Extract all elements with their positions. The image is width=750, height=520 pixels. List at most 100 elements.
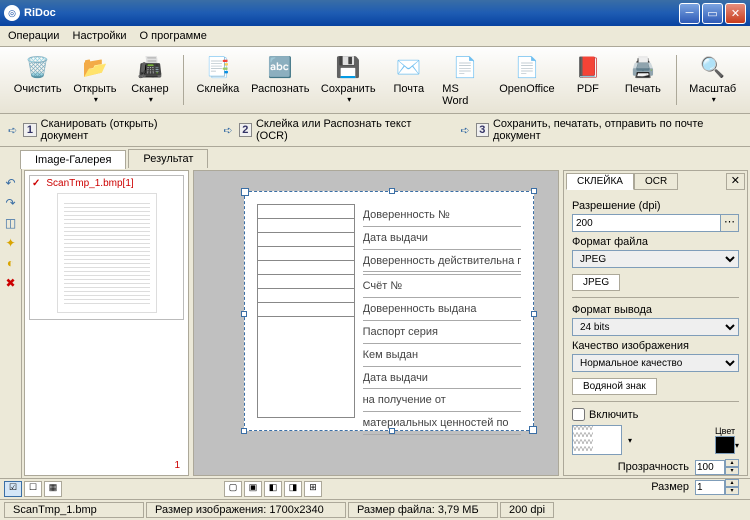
openoffice-button[interactable]: 📄OpenOffice <box>494 51 561 109</box>
grid-view-button[interactable]: ▦ <box>44 481 62 497</box>
msword-button[interactable]: 📄MS Word <box>436 51 493 109</box>
title-bar: ◎ RiDoc ─ ▭ ✕ <box>0 0 750 26</box>
openoffice-icon: 📄 <box>513 53 541 81</box>
size-label: Размер <box>651 481 689 493</box>
color-swatch[interactable] <box>715 436 735 454</box>
properties-panel: СКЛЕЙКА OCR ✕ Разрешение (dpi) ⋯ Формат … <box>563 170 748 476</box>
crop-icon[interactable]: ◫ <box>2 214 20 232</box>
panel-close-button[interactable]: ✕ <box>726 173 745 190</box>
output-select[interactable]: 24 bits <box>572 318 739 336</box>
zoom-button[interactable]: 🔍Масштаб▾ <box>683 51 742 109</box>
arrow-icon: ➪ <box>223 124 232 137</box>
spin-up-icon[interactable]: ▴ <box>725 479 739 487</box>
opacity-label: Прозрачность <box>618 461 689 473</box>
step-2-text: Склейка или Распознать текст (OCR) <box>256 118 437 142</box>
resolution-browse-button[interactable]: ⋯ <box>721 214 739 232</box>
watermark-enable-label: Включить <box>589 409 638 421</box>
arrow-icon: ➪ <box>8 124 17 137</box>
steps-bar: ➪ 1 Сканировать (открыть) документ ➪ 2 Склей… <box>0 114 750 147</box>
resolution-input[interactable] <box>572 214 721 232</box>
opacity-input[interactable] <box>695 460 725 475</box>
status-image-size: Размер изображения: 1700x2340 <box>146 502 346 518</box>
scanner-button[interactable]: 📠Сканер▾ <box>122 51 177 109</box>
open-button[interactable]: 📂Открыть▾ <box>67 51 122 109</box>
menu-bar: Операции Настройки О программе <box>0 26 750 47</box>
watermark-enable-checkbox[interactable] <box>572 408 585 421</box>
document-selection[interactable]: Доверенность №Дата выдачиДоверенность де… <box>244 191 534 431</box>
main-toolbar: 🗑️Очистить 📂Открыть▾ 📠Сканер▾ 📑Склейка 🔤… <box>0 47 750 114</box>
step-2-badge: 2 <box>239 123 252 137</box>
rotate-left-icon[interactable]: ↶ <box>2 174 20 192</box>
view-mode-3[interactable]: ◧ <box>264 481 282 497</box>
left-toolbar: ↶ ↷ ◫ ✦ ◐ ✖ <box>0 168 22 478</box>
folder-open-icon: 📂 <box>81 53 109 81</box>
tab-stitch-props[interactable]: СКЛЕЙКА <box>566 173 634 190</box>
maximize-button[interactable]: ▭ <box>702 3 723 24</box>
status-dpi: 200 dpi <box>500 502 554 518</box>
status-file-size: Размер файла: 3,79 МБ <box>348 502 498 518</box>
view-mode-4[interactable]: ◨ <box>284 481 302 497</box>
thumbnail-number: 1 <box>174 460 180 471</box>
close-button[interactable]: ✕ <box>725 3 746 24</box>
word-icon: 📄 <box>451 53 479 81</box>
stitch-icon: 📑 <box>204 53 232 81</box>
tab-gallery[interactable]: Image-Галерея <box>20 150 126 169</box>
deselect-button[interactable]: ☐ <box>24 481 42 497</box>
watermark-pattern[interactable]: VVVVVVVVVVVVVVVVVVVV <box>572 425 622 455</box>
save-icon: 💾 <box>334 53 362 81</box>
minimize-button[interactable]: ─ <box>679 3 700 24</box>
delete-icon[interactable]: ✖ <box>2 274 20 292</box>
menu-operations[interactable]: Операции <box>8 30 59 42</box>
print-button[interactable]: 🖨️Печать <box>615 51 670 109</box>
tab-ocr-props[interactable]: OCR <box>634 173 678 190</box>
view-mode-2[interactable]: ▣ <box>244 481 262 497</box>
step-1-text: Сканировать (открыть) документ <box>41 118 201 142</box>
contrast-icon[interactable]: ◐ <box>2 254 20 272</box>
magnifier-icon: 🔍 <box>699 53 727 81</box>
status-filename: ScanTmp_1.bmp <box>4 502 144 518</box>
arrow-icon: ➪ <box>460 124 469 137</box>
color-label: Цвет <box>715 426 739 436</box>
spin-up-icon[interactable]: ▴ <box>725 459 739 467</box>
stitch-button[interactable]: 📑Склейка <box>190 51 245 109</box>
resolution-label: Разрешение (dpi) <box>572 200 739 212</box>
step-3-text: Сохранить, печатать, отправить по почте … <box>493 118 742 142</box>
select-all-button[interactable]: ☑ <box>4 481 22 497</box>
tab-result[interactable]: Результат <box>128 149 208 168</box>
step-3-badge: 3 <box>476 123 489 137</box>
app-icon: ◎ <box>4 5 20 21</box>
jpeg-subtab[interactable]: JPEG <box>572 274 620 291</box>
format-select[interactable]: JPEG <box>572 250 739 268</box>
ocr-icon: 🔤 <box>266 53 294 81</box>
menu-about[interactable]: О программе <box>140 30 207 42</box>
thumbnail-image <box>57 193 157 313</box>
step-1-badge: 1 <box>23 123 36 137</box>
app-title: RiDoc <box>24 7 677 19</box>
quality-label: Качество изображения <box>572 340 739 352</box>
clear-button[interactable]: 🗑️Очистить <box>8 51 67 109</box>
pdf-button[interactable]: 📕PDF <box>560 51 615 109</box>
spin-down-icon[interactable]: ▾ <box>725 467 739 475</box>
view-mode-5[interactable]: ⊞ <box>304 481 322 497</box>
trash-icon: 🗑️ <box>24 53 52 81</box>
spin-down-icon[interactable]: ▾ <box>725 487 739 495</box>
thumbnail[interactable]: ScanTmp_1.bmp[1] 1 <box>29 175 184 320</box>
format-label: Формат файла <box>572 236 739 248</box>
quality-select[interactable]: Нормальное качество <box>572 354 739 372</box>
view-tabs: Image-Галерея Результат <box>0 147 750 168</box>
rotate-right-icon[interactable]: ↷ <box>2 194 20 212</box>
canvas-area[interactable]: Доверенность №Дата выдачиДоверенность де… <box>193 170 559 476</box>
mail-button[interactable]: ✉️Почта <box>381 51 436 109</box>
printer-icon: 🖨️ <box>629 53 657 81</box>
document-preview: Доверенность №Дата выдачиДоверенность де… <box>245 192 533 430</box>
menu-settings[interactable]: Настройки <box>73 30 127 42</box>
size-input[interactable] <box>695 480 725 495</box>
watermark-subtab[interactable]: Водяной знак <box>572 378 657 395</box>
recognize-button[interactable]: 🔤Распознать <box>245 51 315 109</box>
gallery-panel: ScanTmp_1.bmp[1] 1 <box>24 170 189 476</box>
save-button[interactable]: 💾Сохранить▾ <box>315 51 381 109</box>
pdf-icon: 📕 <box>574 53 602 81</box>
wand-icon[interactable]: ✦ <box>2 234 20 252</box>
mail-icon: ✉️ <box>395 53 423 81</box>
view-mode-1[interactable]: ▢ <box>224 481 242 497</box>
